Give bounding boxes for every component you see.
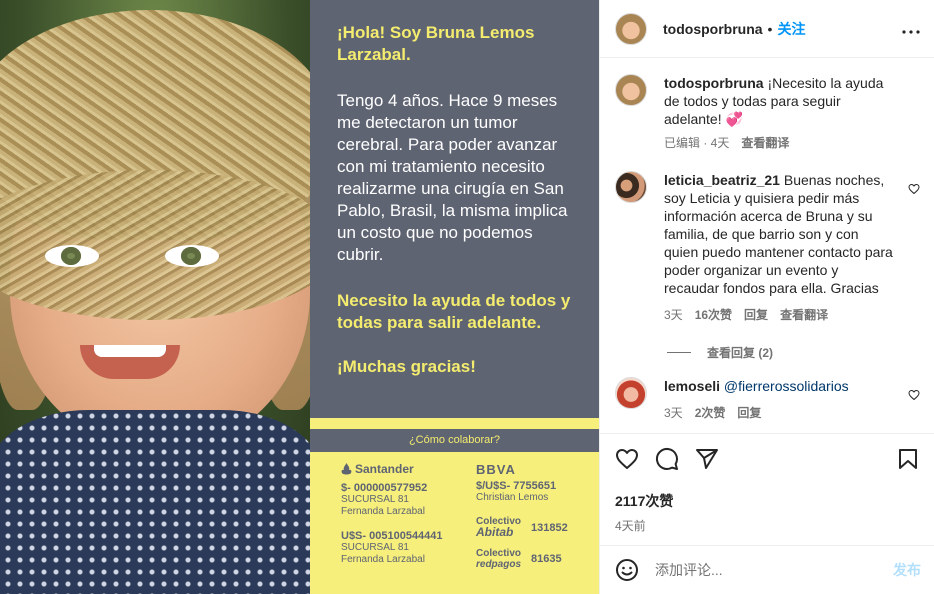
caption-username[interactable]: todosporbruna (664, 75, 764, 91)
fundraising-poster: ¡Hola! Soy Bruna Lemos Larzabal. Tengo 4… (310, 0, 599, 594)
santander-column: Santander $- 000000577952 SUCURSAL 81 Fe… (341, 462, 461, 566)
redpagos-row: Colectivo redpagos 81635 (476, 548, 596, 570)
bbva-column: BBVA $/U$S- 7755651 Christian Lemos Cole… (476, 462, 596, 570)
post-time-ago: 4天前 (615, 519, 646, 533)
action-icons (615, 446, 920, 472)
author-username[interactable]: todosporbruna (663, 21, 763, 37)
comment-input[interactable] (655, 562, 893, 578)
poster-body: Tengo 4 años. Hace 9 meses me detectaron… (337, 91, 568, 264)
comment-translate-link[interactable]: 查看翻译 (780, 306, 828, 324)
comment-composer: 发布 (600, 545, 934, 594)
comment-body: leticia_beatriz_21 Buenas noches, soy Le… (664, 171, 894, 324)
santander-name: Santander (355, 462, 414, 476)
child-photo (0, 0, 310, 594)
bbva-holder: Christian Lemos (476, 492, 549, 503)
emoji-smiley-icon[interactable] (615, 558, 639, 582)
santander-logo: Santander (341, 462, 461, 476)
comment-likes[interactable]: 16次赞 (695, 306, 732, 324)
how-to-collaborate: ¿Cómo colaborar? (310, 429, 599, 452)
save-bookmark-icon[interactable] (896, 447, 920, 471)
like-heart-icon[interactable] (615, 447, 639, 471)
poster-divider (310, 418, 599, 429)
view-replies-label: 查看回复 (2) (707, 346, 774, 360)
comment: leticia_beatriz_21 Buenas noches, soy Le… (615, 171, 920, 324)
comment-time: 3天 (664, 406, 683, 420)
comment-mention-link[interactable]: @fierrerossolidarios (724, 378, 849, 394)
patterned-shirt (0, 410, 310, 594)
abitab-label-bottom: Abitab (476, 525, 514, 539)
comments-list[interactable]: todosporbruna ¡Necesito la ayuda de todo… (600, 59, 934, 432)
poster-help: Necesito la ayuda de todos y todas para … (337, 291, 571, 332)
comment-like-heart-icon[interactable] (908, 389, 920, 401)
header-separator: • (767, 20, 773, 37)
comment-reply-link[interactable]: 回复 (737, 404, 761, 422)
caption-meta: 已编辑 · 4天 查看翻译 (664, 134, 894, 152)
caption: todosporbruna ¡Necesito la ayuda de todo… (615, 74, 920, 152)
abitab-label: Colectivo Abitab (476, 516, 521, 539)
commenter-avatar[interactable] (615, 377, 647, 409)
santander-peso-account: $- 000000577952 (341, 482, 428, 494)
flame-icon (341, 463, 352, 475)
santander-usd-branch: SUCURSAL 81 (341, 542, 409, 553)
bbva-account: $/U$S- 7755651 (476, 480, 557, 492)
comment-text: Buenas noches, soy Leticia y quisiera pe… (664, 172, 893, 296)
likes-count[interactable]: 2117次赞 (615, 491, 920, 511)
instagram-post: ¡Hola! Soy Bruna Lemos Larzabal. Tengo 4… (0, 0, 934, 594)
eye-right (165, 245, 219, 267)
post-header: todosporbruna • 关注 (600, 0, 934, 58)
caption-edited: 已编辑 · 4天 (664, 136, 730, 150)
comment-time: 3天 (664, 308, 683, 322)
bbva-logo: BBVA (476, 462, 516, 477)
commenter-username[interactable]: lemoseli (664, 378, 720, 394)
comment-body: lemoseli @fierrerossolidarios 3天 2次赞 回复 (664, 377, 894, 422)
comment-reply-link[interactable]: 回复 (744, 306, 768, 324)
caption-translate-link[interactable]: 查看翻译 (741, 134, 789, 152)
poster-thanks: ¡Muchas gracias! (337, 357, 476, 376)
comment-likes[interactable]: 2次赞 (695, 404, 726, 422)
redpagos-label-top: Colectivo (476, 548, 522, 559)
santander-usd-account: U$S- 005100544441 (341, 530, 443, 542)
replies-line (667, 352, 691, 353)
post-comment-button[interactable]: 发布 (893, 560, 921, 580)
abitab-value: 131852 (531, 521, 568, 534)
caption-body: todosporbruna ¡Necesito la ayuda de todo… (664, 74, 894, 152)
redpagos-label: Colectivo redpagos (476, 548, 521, 570)
eye-left (45, 245, 99, 267)
share-paper-plane-icon[interactable] (695, 447, 719, 471)
commenter-username[interactable]: leticia_beatriz_21 (664, 172, 780, 188)
comment-meta: 3天 2次赞 回复 (664, 404, 894, 422)
abitab-row: Colectivo Abitab 131852 (476, 516, 596, 539)
view-replies-button[interactable]: 查看回复 (2) (667, 344, 920, 361)
redpagos-label-bottom: redpagos (476, 559, 522, 570)
santander-peso-holder: Fernanda Larzabal (341, 506, 425, 517)
straw-hat-brim (0, 170, 310, 320)
commenter-avatar[interactable] (615, 171, 647, 203)
comment-meta: 3天 16次赞 回复 查看翻译 (664, 306, 894, 324)
redpagos-value: 81635 (531, 553, 562, 565)
santander-peso-branch: SUCURSAL 81 (341, 494, 409, 505)
comment-bubble-icon[interactable] (655, 447, 679, 471)
comment-like-heart-icon[interactable] (908, 183, 920, 195)
comment: lemoseli @fierrerossolidarios 3天 2次赞 回复 (615, 377, 920, 422)
caption-avatar[interactable] (615, 74, 647, 106)
post-side-panel: todosporbruna • 关注 todosporbruna ¡Necesi… (599, 0, 934, 594)
santander-usd-holder: Fernanda Larzabal (341, 554, 425, 565)
post-actions: 2117次赞 4天前 (600, 433, 934, 534)
follow-button[interactable]: 关注 (777, 19, 805, 39)
author-avatar[interactable] (615, 12, 647, 45)
bank-details: Santander $- 000000577952 SUCURSAL 81 Fe… (310, 452, 599, 594)
more-horizontal-icon[interactable] (902, 23, 920, 34)
poster-greeting: ¡Hola! Soy Bruna Lemos Larzabal. (337, 23, 535, 64)
post-image[interactable]: ¡Hola! Soy Bruna Lemos Larzabal. Tengo 4… (0, 0, 599, 594)
poster-message-area: ¡Hola! Soy Bruna Lemos Larzabal. Tengo 4… (310, 0, 599, 418)
